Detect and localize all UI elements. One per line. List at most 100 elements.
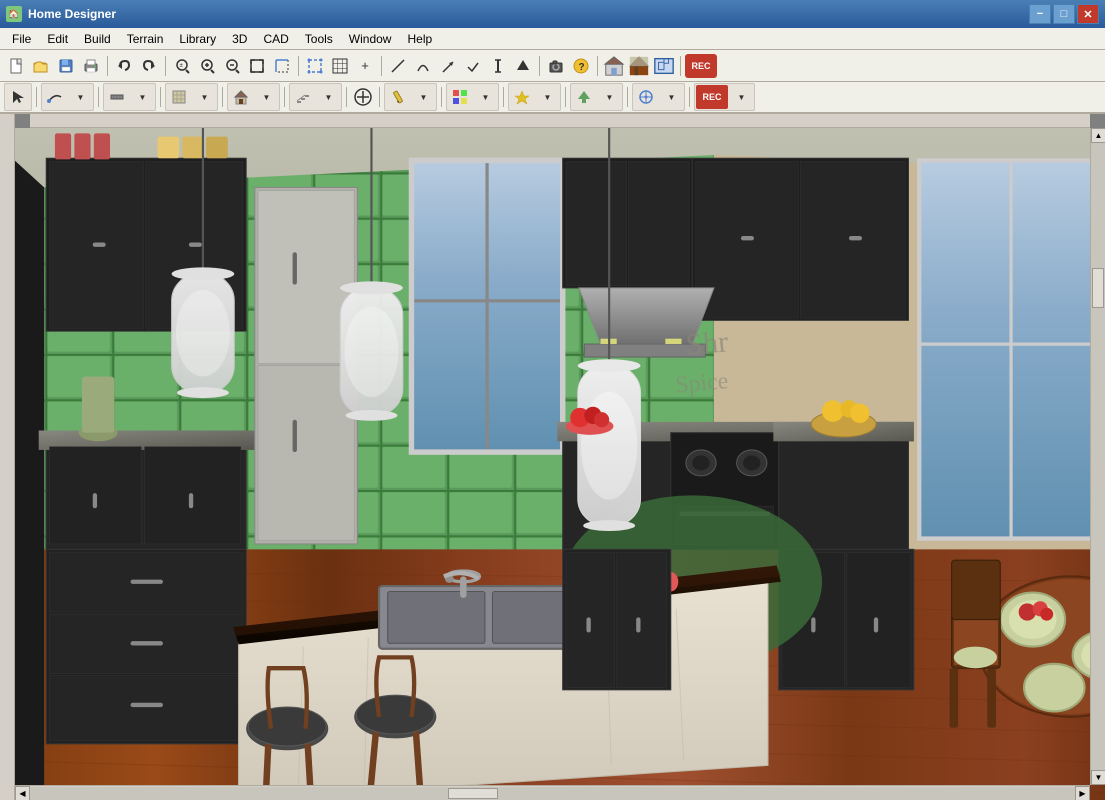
move-up-button[interactable] [572,85,596,109]
open-button[interactable] [29,54,53,78]
zoom-in-button[interactable] [195,54,219,78]
new-button[interactable] [4,54,28,78]
sep5 [539,56,540,76]
menu-terrain[interactable]: Terrain [119,30,172,48]
arc-button[interactable] [411,54,435,78]
pencil-dropdown[interactable]: ▼ [411,85,435,109]
dropdown-arrow-record: ▼ [738,93,746,102]
scrollbar-vertical[interactable]: ▲ ▼ [1090,128,1105,785]
scrollbar-h-thumb[interactable] [448,788,498,799]
maximize-button[interactable]: □ [1053,4,1075,24]
help-button[interactable]: ? [569,54,593,78]
menu-window[interactable]: Window [341,30,400,48]
dropdown-arrow-crosshair: ▼ [668,93,676,102]
up-arrow-button[interactable] [511,54,535,78]
arrow-button[interactable] [436,54,460,78]
floor-dropdown[interactable]: ▼ [192,85,216,109]
titlebar: 🏠 Home Designer − □ ✕ [0,0,1105,28]
scrollbar-horizontal[interactable]: ◀ ▶ [15,785,1090,800]
menubar: File Edit Build Terrain Library 3D CAD T… [0,28,1105,50]
interior-view-button[interactable] [627,54,651,78]
wall-dropdown[interactable]: ▼ [130,85,154,109]
structure-tool-group: ▼ [227,83,280,111]
scrollbar-h-track [30,787,1075,800]
structure-dropdown[interactable]: ▼ [254,85,278,109]
print-button[interactable] [79,54,103,78]
menu-help[interactable]: Help [399,30,440,48]
floor-button[interactable] [167,85,191,109]
dropdown-arrow-material: ▼ [482,93,490,102]
zoom-scroll-button[interactable]: ± [170,54,194,78]
ruler-horizontal [30,114,1090,128]
pencil-button[interactable] [386,85,410,109]
sep-t5 [284,87,285,107]
menu-tools[interactable]: Tools [297,30,341,48]
record-tool-group: REC ▼ [694,83,755,111]
menu-cad[interactable]: CAD [255,30,296,48]
check-button[interactable] [461,54,485,78]
sep3 [298,56,299,76]
vertical-button[interactable] [486,54,510,78]
zoom-select-button[interactable] [270,54,294,78]
wall-tool-group: ▼ [103,83,156,111]
stair-tool-group: ▼ [289,83,342,111]
save-button[interactable] [54,54,78,78]
scroll-up-button[interactable]: ▲ [1091,128,1105,143]
menu-build[interactable]: Build [76,30,119,48]
dropdown-arrow-symbol: ▼ [544,93,552,102]
move-dropdown[interactable]: ▼ [597,85,621,109]
minimize-button[interactable]: − [1029,4,1051,24]
main-area: Shr Spice [0,114,1105,800]
kitchen-render: Shr Spice [15,128,1105,800]
svg-text:±: ± [180,63,184,69]
stair-dropdown[interactable]: ▼ [316,85,340,109]
symbol-button[interactable] [510,85,534,109]
crosshair-dropdown[interactable]: ▼ [659,85,683,109]
add-button[interactable]: + [353,54,377,78]
redo-button[interactable] [137,54,161,78]
menu-file[interactable]: File [4,30,39,48]
sep1 [107,56,108,76]
crosshair-button[interactable] [634,85,658,109]
dropdown-arrow-wall: ▼ [139,93,147,102]
scroll-down-button[interactable]: ▼ [1091,770,1105,785]
pencil-tool-group: ▼ [384,83,437,111]
floorplan-button[interactable] [652,54,676,78]
scroll-left-button[interactable]: ◀ [15,786,30,800]
record-dropdown[interactable]: ▼ [729,85,753,109]
material-dropdown[interactable]: ▼ [473,85,497,109]
sep-t4 [222,87,223,107]
scrollbar-v-thumb[interactable] [1092,268,1104,308]
draw-line-button[interactable] [43,85,67,109]
menu-3d[interactable]: 3D [224,30,255,48]
sep-t1 [36,87,37,107]
line-button[interactable] [386,54,410,78]
rec-button[interactable]: REC [685,54,717,78]
draw-line-dropdown[interactable]: ▼ [68,85,92,109]
close-button[interactable]: ✕ [1077,4,1099,24]
undo-button[interactable] [112,54,136,78]
structure-button[interactable] [229,85,253,109]
record-button[interactable]: REC [696,85,728,109]
dropdown-arrow-move: ▼ [606,93,614,102]
scroll-right-button[interactable]: ▶ [1075,786,1090,800]
zoom-out-button[interactable] [220,54,244,78]
viewport[interactable]: Shr Spice [15,114,1105,800]
transform-tool-group: ▼ [570,83,623,111]
stair-button[interactable] [291,85,315,109]
dropdown-arrow-floor: ▼ [201,93,209,102]
material-button[interactable] [448,85,472,109]
app-title: Home Designer [28,7,1029,21]
camera-button[interactable] [544,54,568,78]
grid-button[interactable] [328,54,352,78]
place-item-button[interactable] [351,85,375,109]
menu-library[interactable]: Library [171,30,224,48]
fill-window-button[interactable] [245,54,269,78]
symbol-dropdown[interactable]: ▼ [535,85,559,109]
select-area-button[interactable] [303,54,327,78]
app-icon: 🏠 [6,6,22,22]
wall-button[interactable] [105,85,129,109]
menu-edit[interactable]: Edit [39,30,76,48]
select-arrow-button[interactable] [6,85,30,109]
exterior-view-button[interactable] [602,54,626,78]
